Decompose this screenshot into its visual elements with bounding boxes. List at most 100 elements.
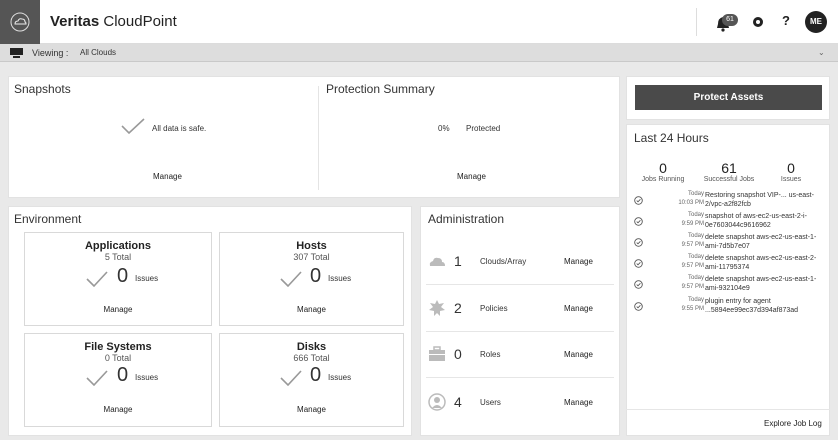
check-circle-icon: [634, 217, 643, 226]
admin-divider: [426, 331, 614, 332]
applications-manage-link[interactable]: Manage: [25, 305, 211, 314]
briefcase-icon: [429, 346, 445, 361]
admin-row-users: 4 Users Manage: [426, 384, 614, 422]
job-log-divider: [626, 409, 830, 410]
protection-status: Protected: [466, 124, 501, 133]
clouds-label: Clouds/Array: [480, 257, 527, 266]
help-icon[interactable]: ?: [782, 13, 790, 28]
checkmark-icon: [121, 118, 145, 134]
hosts-title: Hosts: [296, 240, 327, 252]
clouds-manage-link[interactable]: Manage: [564, 257, 593, 266]
environment-title: Environment: [14, 212, 82, 226]
job-log-item[interactable]: Today 9:55 PM plugin entry for agent ...…: [630, 297, 830, 319]
job-day: Today: [687, 212, 704, 218]
last-24-hours-title: Last 24 Hours: [634, 131, 709, 145]
job-time: 9:55 PM: [681, 306, 704, 312]
successful-jobs-stat: 61 Successful Jobs: [696, 160, 762, 183]
applications-total: 5 Total: [104, 252, 132, 262]
checkmark-icon: [280, 271, 302, 287]
snapshots-manage-link[interactable]: Manage: [153, 172, 182, 181]
checkmark-icon: [280, 370, 302, 386]
job-time: 10:03 PM: [678, 200, 704, 206]
check-circle-icon: [634, 196, 643, 205]
job-day: Today: [687, 275, 704, 281]
job-description: delete snapshot aws-ec2-us-east-1-ami-7d…: [705, 234, 817, 250]
chevron-down-icon[interactable]: ⌄: [818, 48, 825, 57]
admin-row-policies: 2 Policies Manage: [426, 290, 614, 328]
roles-count: 0: [454, 346, 462, 362]
cloud-icon: [429, 257, 445, 266]
checkmark-icon: [86, 370, 108, 386]
issues-stat: 0 Issues: [768, 160, 814, 183]
disks-issue-count: 0: [310, 364, 322, 386]
file-systems-issues-label: Issues: [135, 373, 159, 382]
roles-manage-link[interactable]: Manage: [564, 350, 593, 359]
hosts-manage-link[interactable]: Manage: [220, 305, 403, 314]
snapshots-title: Snapshots: [14, 82, 71, 96]
avatar[interactable]: ME: [805, 11, 827, 33]
file-systems-manage-link[interactable]: Manage: [25, 405, 211, 414]
disks-manage-link[interactable]: Manage: [220, 405, 403, 414]
admin-row-roles: 0 Roles Manage: [426, 336, 614, 374]
jobs-running-stat: 0 Jobs Running: [636, 160, 690, 183]
file-systems-total: 0 Total: [104, 353, 132, 363]
job-description: snapshot of aws-ec2-us-east-2-i-0e760304…: [705, 213, 807, 229]
gear-icon[interactable]: [751, 15, 765, 29]
check-circle-icon: [634, 238, 643, 247]
job-description: delete snapshot aws-ec2-us-east-2-ami-11…: [705, 255, 817, 271]
jobs-running-label: Jobs Running: [641, 176, 685, 183]
hosts-issue-count: 0: [310, 265, 322, 287]
policies-label: Policies: [480, 304, 508, 313]
job-time: 9:59 PM: [681, 221, 704, 227]
app-title: Veritas CloudPoint: [50, 13, 177, 30]
summary-divider: [318, 86, 319, 190]
users-manage-link[interactable]: Manage: [564, 398, 593, 407]
disks-issues-label: Issues: [328, 373, 352, 382]
job-description: plugin entry for agent ...5894ee99ec37d3…: [705, 298, 799, 314]
applications-card[interactable]: Applications 5 Total 0 Issues Manage: [24, 232, 212, 326]
disks-card[interactable]: Disks 666 Total 0 Issues Manage: [219, 333, 404, 427]
viewing-label: Viewing :: [32, 48, 69, 58]
users-label: Users: [480, 398, 501, 407]
job-log-item[interactable]: Today 9:57 PM delete snapshot aws-ec2-us…: [630, 233, 830, 255]
monitor-icon: [10, 48, 23, 58]
protection-percent: 0%: [438, 124, 450, 133]
disks-total: 666 Total: [293, 353, 330, 363]
protect-assets-button[interactable]: Protect Assets: [635, 85, 822, 110]
check-circle-icon: [634, 280, 643, 289]
file-systems-issue-count: 0: [117, 364, 129, 386]
check-circle-icon: [634, 302, 643, 311]
checkmark-icon: [86, 271, 108, 287]
user-icon: [428, 393, 446, 411]
header-divider: [696, 8, 697, 36]
protection-summary-title: Protection Summary: [326, 82, 435, 96]
applications-title: Applications: [84, 240, 151, 252]
policy-icon: [429, 300, 445, 316]
protection-manage-link[interactable]: Manage: [457, 172, 486, 181]
policies-manage-link[interactable]: Manage: [564, 304, 593, 313]
job-log-item[interactable]: Today 9:57 PM delete snapshot aws-ec2-us…: [630, 254, 830, 276]
admin-divider: [426, 284, 614, 285]
successful-jobs-label: Successful Jobs: [703, 176, 755, 183]
clouds-count: 1: [454, 253, 462, 269]
job-log-item[interactable]: Today 9:57 PM delete snapshot aws-ec2-us…: [630, 275, 830, 297]
notification-badge: 61: [722, 14, 738, 26]
cloud-logo-icon[interactable]: [0, 0, 40, 44]
successful-jobs-count: 61: [721, 160, 737, 176]
viewing-bar[interactable]: Viewing : All Clouds ⌄: [0, 44, 838, 62]
issues-label: Issues: [780, 176, 802, 183]
job-log-item[interactable]: Today 10:03 PM Restoring snapshot VIP-..…: [630, 191, 830, 213]
job-day: Today: [687, 254, 704, 260]
hosts-card[interactable]: Hosts 307 Total 0 Issues Manage: [219, 232, 404, 326]
job-day: Today: [687, 297, 704, 303]
job-description: delete snapshot aws-ec2-us-east-1-ami-93…: [705, 276, 817, 292]
viewing-value[interactable]: All Clouds: [80, 48, 116, 57]
file-systems-card[interactable]: File Systems 0 Total 0 Issues Manage: [24, 333, 212, 427]
jobs-running-count: 0: [659, 160, 667, 176]
admin-divider: [426, 377, 614, 378]
job-log-item[interactable]: Today 9:59 PM snapshot of aws-ec2-us-eas…: [630, 212, 830, 234]
job-day: Today: [687, 191, 704, 197]
applications-issues-label: Issues: [135, 274, 159, 283]
explore-job-log-link[interactable]: Explore Job Log: [764, 419, 822, 428]
admin-row-clouds: 1 Clouds/Array Manage: [426, 243, 614, 281]
